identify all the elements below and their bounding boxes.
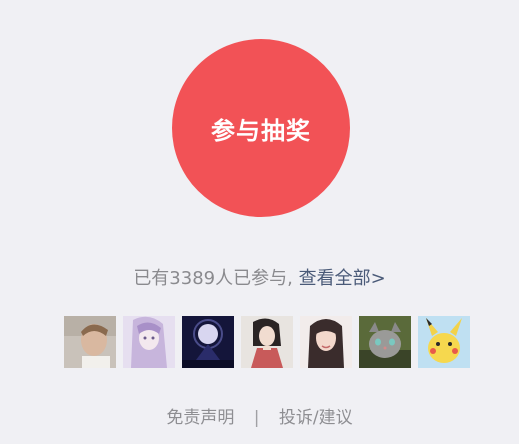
participant-avatar[interactable] [359,316,411,368]
participant-avatar[interactable] [123,316,175,368]
report-link[interactable]: 投诉/建议 [279,408,353,428]
participants-count-text: 已有3389人已参与, [133,268,293,289]
participant-avatar[interactable] [418,316,470,368]
participant-avatars [64,316,470,368]
footer-separator: | [253,408,260,428]
participant-avatar[interactable] [182,316,234,368]
join-lottery-label: 参与抽奖 [211,116,311,145]
participants-summary: 已有3389人已参与, 查看全部> [0,264,519,290]
participant-avatar[interactable] [64,316,116,368]
disclaimer-link[interactable]: 免责声明 [166,408,234,428]
view-all-link[interactable]: 查看全部> [299,268,386,289]
participant-avatar[interactable] [300,316,352,368]
participant-avatar[interactable] [241,316,293,368]
footer: 免责声明 | 投诉/建议 [0,403,519,428]
join-lottery-button[interactable]: 参与抽奖 [172,39,350,217]
